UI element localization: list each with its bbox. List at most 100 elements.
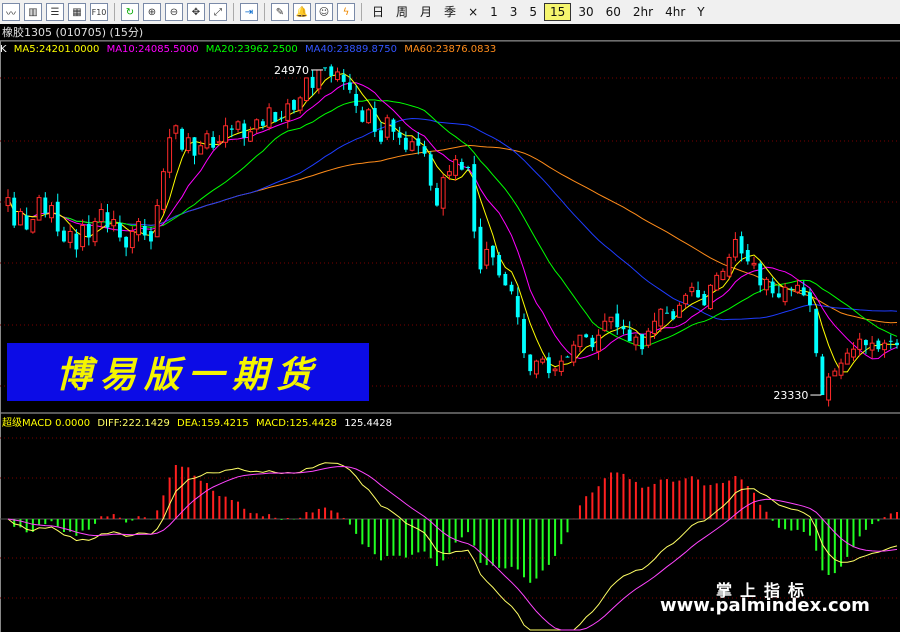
- candle-body: [490, 245, 495, 258]
- candle-body: [552, 368, 558, 372]
- candle-body: [62, 230, 66, 242]
- candle-body: [565, 356, 570, 358]
- candle-body: [124, 236, 129, 248]
- candle-body: [310, 76, 315, 88]
- candle-body: [528, 354, 533, 372]
- candle-body: [303, 77, 309, 102]
- candle-body: [248, 131, 253, 142]
- candle-body: [652, 320, 657, 335]
- candle-body: [758, 263, 763, 286]
- candle-body: [80, 225, 86, 248]
- candle-body: [428, 154, 433, 186]
- candle-body: [229, 128, 234, 130]
- candle-body: [335, 71, 340, 81]
- candle-body: [857, 338, 863, 350]
- candle-body: [74, 233, 79, 250]
- candle-body: [354, 93, 359, 106]
- candle-body: [665, 312, 669, 314]
- k-label: K: [0, 44, 7, 55]
- candle-body: [254, 119, 260, 130]
- candle-body: [720, 270, 726, 281]
- candle-body: [789, 288, 794, 290]
- chart-area: 24970 23330: [0, 40, 900, 632]
- ma40-label: MA40:23889.8750: [304, 44, 397, 55]
- ma5-label: MA5:24201.0000: [13, 44, 100, 55]
- candle-body: [708, 284, 713, 310]
- candle-body: [366, 109, 372, 124]
- candle-body: [832, 370, 838, 377]
- candle-body: [260, 121, 265, 126]
- candle-body: [895, 342, 899, 346]
- candle-body: [801, 287, 806, 296]
- candle-body: [633, 336, 639, 346]
- candle-body: [770, 281, 775, 294]
- candle-body: [211, 137, 216, 148]
- candle-body: [540, 358, 546, 363]
- candle-body: [55, 201, 60, 232]
- candle-body: [5, 197, 11, 207]
- candle-body: [12, 197, 17, 226]
- candle-body: [285, 103, 291, 121]
- candle-body: [416, 138, 421, 146]
- candle-body: [92, 221, 98, 243]
- promo-banner: 博易版一期货: [7, 343, 369, 401]
- candle-body: [440, 177, 446, 209]
- candle-body: [242, 123, 247, 138]
- candle-body: [105, 212, 110, 228]
- candle-body: [435, 187, 439, 206]
- candle-body: [379, 130, 383, 142]
- candle-body: [696, 290, 700, 298]
- candle-body: [30, 219, 36, 233]
- candle-body: [117, 222, 122, 238]
- watermark-url: www.palmindex.com: [660, 595, 870, 616]
- candle-body: [584, 334, 589, 338]
- candle-body: [844, 352, 850, 365]
- candle-body: [776, 293, 781, 298]
- candle-body: [86, 223, 91, 238]
- candle-body: [608, 316, 614, 323]
- candle-body: [590, 337, 595, 348]
- candle-body: [683, 294, 689, 305]
- low-label: 23330: [773, 389, 808, 402]
- candle-body: [372, 108, 377, 132]
- macd-label: MACD:125.4428: [255, 418, 338, 429]
- candle-body: [484, 248, 490, 266]
- candle-body: [472, 164, 477, 232]
- candle-body: [403, 137, 408, 150]
- candle-body: [36, 197, 42, 221]
- candle-body: [323, 67, 327, 69]
- ma60-line: [7, 144, 898, 324]
- candle-body: [329, 66, 334, 76]
- candle-body: [851, 348, 856, 358]
- candle-body: [522, 319, 526, 354]
- candle-body: [185, 137, 191, 152]
- candle-body: [67, 230, 73, 243]
- candle-body: [129, 230, 135, 249]
- diff-label: DIFF:222.1429: [97, 418, 170, 429]
- dea-label: DEA:159.4215: [177, 418, 249, 429]
- candle-body: [689, 286, 695, 293]
- candle-body: [180, 128, 184, 150]
- candle-body: [391, 119, 396, 132]
- candle-body: [223, 125, 229, 143]
- candle-body: [577, 334, 583, 348]
- candle-body: [279, 117, 284, 119]
- candle-body: [640, 334, 645, 350]
- candle-body: [863, 340, 868, 346]
- candle-body: [533, 360, 539, 375]
- candle-body: [571, 344, 577, 363]
- candle-body: [497, 254, 502, 276]
- candle-body: [341, 74, 346, 82]
- candle-body: [645, 330, 651, 346]
- candle-body: [397, 132, 402, 138]
- candle-body: [732, 238, 738, 258]
- candle-body: [478, 226, 483, 270]
- banner-text: 博易版一期货: [55, 354, 320, 396]
- candle-body: [621, 326, 626, 330]
- candle-body: [876, 340, 881, 350]
- candle-body: [111, 219, 117, 227]
- candle-body: [409, 141, 415, 151]
- candle-body: [167, 137, 173, 173]
- candle-body: [745, 250, 750, 262]
- candle-body: [292, 100, 296, 110]
